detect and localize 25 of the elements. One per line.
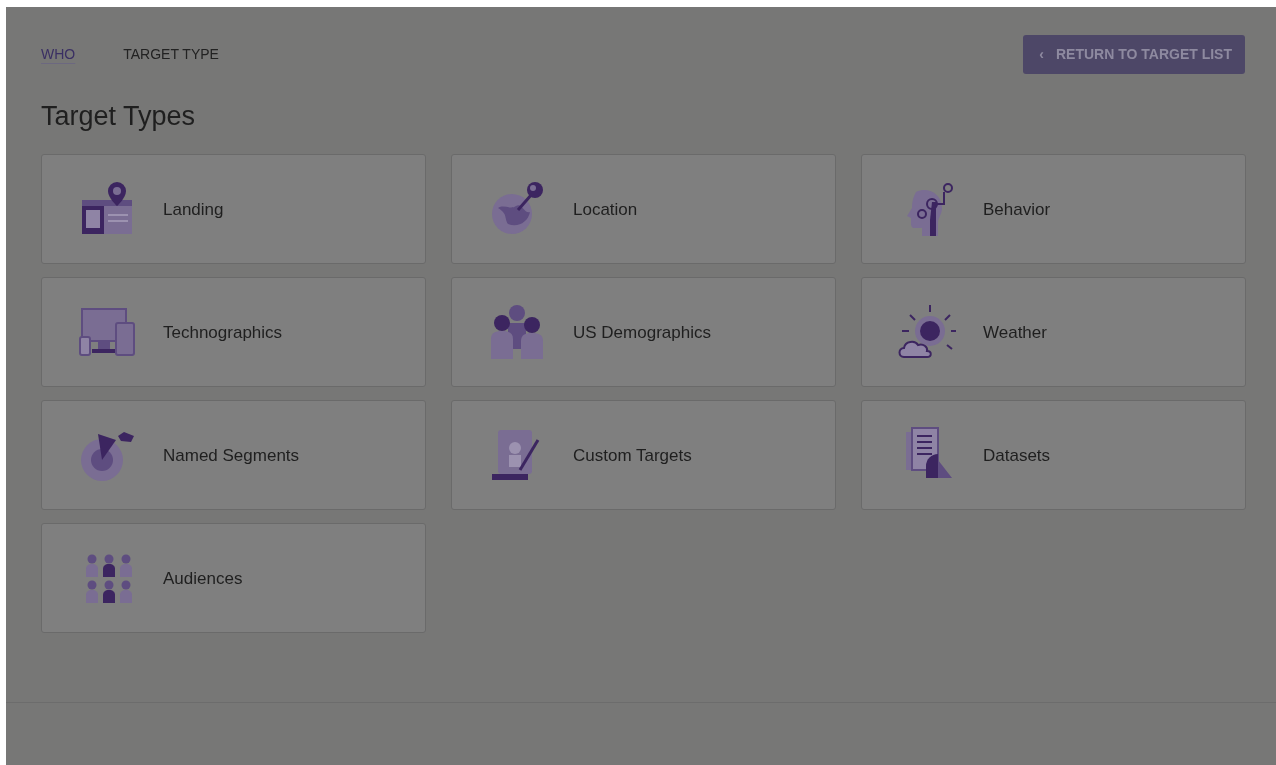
card-label: Location bbox=[573, 198, 638, 221]
target-type-card[interactable]: Named Segments bbox=[41, 400, 426, 511]
target-type-card[interactable]: US Demographics bbox=[451, 277, 836, 388]
card-label: Audiences bbox=[163, 567, 243, 590]
card-label: Named Segments bbox=[163, 444, 300, 467]
target-type-card[interactable]: Behavior bbox=[861, 154, 1246, 265]
card-label: Weather bbox=[983, 321, 1047, 344]
card-label: US Demographics bbox=[573, 321, 711, 344]
target-type-card[interactable]: Custom Targets bbox=[451, 400, 836, 511]
target-type-card[interactable]: Weather bbox=[861, 277, 1246, 388]
card-label: Custom Targets bbox=[573, 444, 692, 467]
return-button[interactable]: ‹ RETURN TO TARGET LIST bbox=[1023, 35, 1245, 74]
target-type-card[interactable]: Datasets bbox=[861, 400, 1246, 511]
target-type-card[interactable]: Location bbox=[451, 154, 836, 265]
target-type-card[interactable]: Technographics bbox=[41, 277, 426, 388]
card-label: Behavior bbox=[983, 198, 1051, 221]
page-title: Target Types bbox=[41, 100, 197, 133]
card-label: Landing bbox=[163, 198, 224, 221]
target-type-card[interactable]: Landing bbox=[41, 154, 426, 265]
card-label: Technographics bbox=[163, 321, 283, 344]
people-icon bbox=[488, 303, 546, 362]
target-type-card[interactable]: Audiences bbox=[41, 523, 426, 634]
breadcrumb-link[interactable]: WHO bbox=[41, 44, 76, 65]
card-label: Datasets bbox=[983, 444, 1051, 467]
breadcrumb-current: TARGET TYPE bbox=[123, 45, 219, 64]
